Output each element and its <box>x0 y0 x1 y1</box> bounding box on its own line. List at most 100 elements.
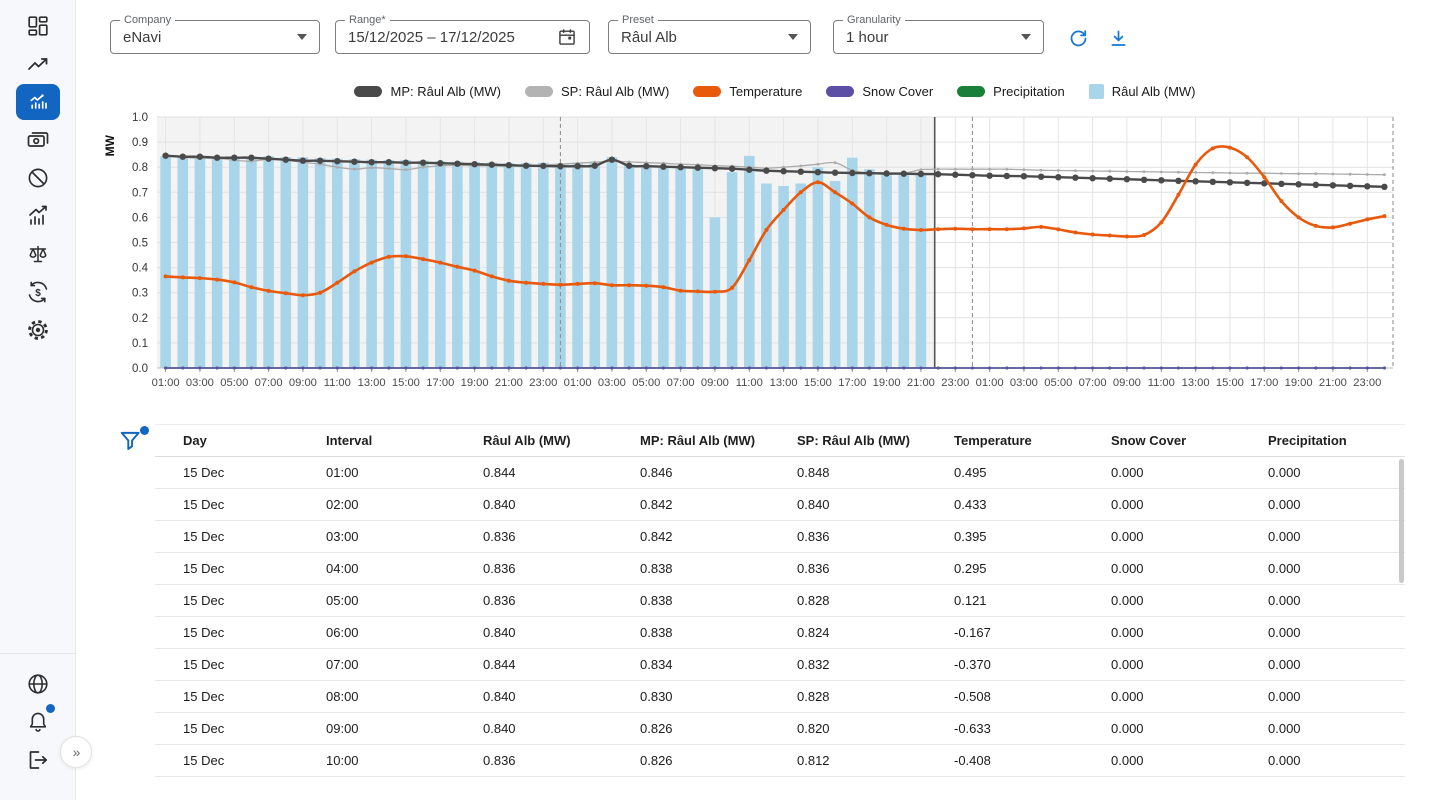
bar <box>847 158 858 368</box>
bar <box>418 161 429 368</box>
legend-item[interactable]: SP: Râul Alb (MW) <box>525 84 669 99</box>
data-point <box>937 367 940 370</box>
bar <box>693 168 704 368</box>
settings-gear-icon[interactable] <box>26 318 50 342</box>
x-tick-label: 13:00 <box>358 377 386 389</box>
legend-item[interactable]: Temperature <box>693 84 802 99</box>
bar <box>590 162 601 368</box>
insights-icon[interactable] <box>26 204 50 228</box>
x-tick-label: 09:00 <box>701 377 729 389</box>
table-cell: 0.000 <box>1268 681 1405 713</box>
data-point <box>696 289 700 293</box>
table-row: 15 Dec07:000.8440.8340.832-0.3700.0000.0… <box>155 649 1405 681</box>
data-point <box>935 171 941 177</box>
sidebar-expand-button[interactable]: » <box>60 736 92 768</box>
data-point <box>610 283 614 287</box>
column-header[interactable]: Interval <box>326 425 483 457</box>
x-tick-label: 11:00 <box>736 377 763 389</box>
calendar-icon[interactable] <box>557 27 577 47</box>
legend-swatch <box>957 86 985 97</box>
table-cell: 0.844 <box>483 457 640 489</box>
notifications-bell-icon[interactable] <box>26 710 50 734</box>
data-point <box>1366 367 1369 370</box>
data-point <box>937 168 940 171</box>
data-point <box>335 281 339 285</box>
column-header[interactable]: MP: Râul Alb (MW) <box>640 425 797 457</box>
data-point <box>1228 367 1231 370</box>
data-point <box>936 227 940 231</box>
data-point <box>421 257 425 261</box>
bar <box>504 163 515 368</box>
x-tick-label: 09:00 <box>289 377 317 389</box>
table-cell: 0.848 <box>797 457 954 489</box>
company-select[interactable]: Company eNavi <box>110 20 320 54</box>
chevron-down-icon <box>1021 34 1031 40</box>
x-tick-label: 15:00 <box>1216 377 1244 389</box>
bar <box>881 174 892 368</box>
data-table-container: DayIntervalRâul Alb (MW)MP: Râul Alb (MW… <box>155 424 1405 777</box>
table-cell: -0.167 <box>954 617 1111 649</box>
block-icon[interactable] <box>26 166 50 190</box>
balance-scale-icon[interactable] <box>26 242 50 266</box>
refresh-button[interactable] <box>1058 20 1098 56</box>
bar <box>281 157 292 368</box>
column-header[interactable]: SP: Râul Alb (MW) <box>797 425 954 457</box>
x-tick-label: 23:00 <box>1353 377 1381 389</box>
data-point <box>1158 177 1164 183</box>
legend-item[interactable]: Snow Cover <box>826 84 933 99</box>
data-point <box>679 367 682 370</box>
data-point <box>334 158 340 164</box>
data-point <box>952 172 958 178</box>
legend-item[interactable]: Precipitation <box>957 84 1065 99</box>
sidebar: $ <box>0 0 76 800</box>
data-point <box>1227 179 1233 185</box>
table-cell: 0.828 <box>797 681 954 713</box>
column-header[interactable]: Râul Alb (MW) <box>483 425 640 457</box>
column-header[interactable]: Day <box>155 425 326 457</box>
range-input[interactable]: Range* 15/12/2025 – 17/12/2025 <box>335 20 590 54</box>
data-point <box>902 227 906 231</box>
column-header[interactable]: Temperature <box>954 425 1111 457</box>
data-point <box>628 367 631 370</box>
logout-icon[interactable] <box>26 748 50 772</box>
data-point <box>180 154 186 160</box>
bar <box>332 159 343 368</box>
granularity-select[interactable]: Granularity 1 hour <box>833 20 1044 54</box>
currency-exchange-icon[interactable]: $ <box>26 280 50 304</box>
y-tick-label: 0.6 <box>132 212 148 224</box>
sidebar-item-analytics-active[interactable] <box>16 84 60 120</box>
data-point <box>317 158 323 164</box>
data-point <box>883 170 889 176</box>
data-point <box>902 367 905 370</box>
y-tick-label: 1.0 <box>132 112 148 124</box>
chart[interactable]: 01:0003:0005:0007:0009:0011:0013:0015:00… <box>100 105 1410 400</box>
data-point <box>249 285 253 289</box>
language-globe-icon[interactable] <box>26 672 50 696</box>
x-tick-label: 19:00 <box>1285 377 1313 389</box>
data-point <box>782 367 785 370</box>
column-header[interactable]: Snow Cover <box>1111 425 1268 457</box>
data-point <box>1141 177 1147 183</box>
table-cell: 0.000 <box>1268 649 1405 681</box>
legend-item[interactable]: Râul Alb (MW) <box>1089 84 1196 99</box>
data-point <box>1313 182 1319 188</box>
data-table: DayIntervalRâul Alb (MW)MP: Râul Alb (MW… <box>155 424 1405 777</box>
data-point <box>901 171 907 177</box>
x-tick-label: 19:00 <box>461 377 489 389</box>
bar <box>796 184 807 369</box>
data-point <box>162 153 168 159</box>
x-tick-label: 07:00 <box>1079 377 1107 389</box>
trending-up-icon[interactable] <box>26 52 50 76</box>
download-button[interactable] <box>1098 20 1138 56</box>
payments-icon[interactable] <box>26 128 50 152</box>
data-point <box>542 367 545 370</box>
data-point <box>662 367 665 370</box>
table-scrollbar[interactable] <box>1399 459 1404 583</box>
data-point <box>507 279 511 283</box>
dashboard-icon[interactable] <box>26 14 50 38</box>
data-point <box>1314 172 1317 175</box>
legend-item[interactable]: MP: Râul Alb (MW) <box>354 84 501 99</box>
preset-select[interactable]: Preset Râul Alb <box>608 20 811 54</box>
table-cell: -0.633 <box>954 713 1111 745</box>
column-header[interactable]: Precipitation <box>1268 425 1405 457</box>
